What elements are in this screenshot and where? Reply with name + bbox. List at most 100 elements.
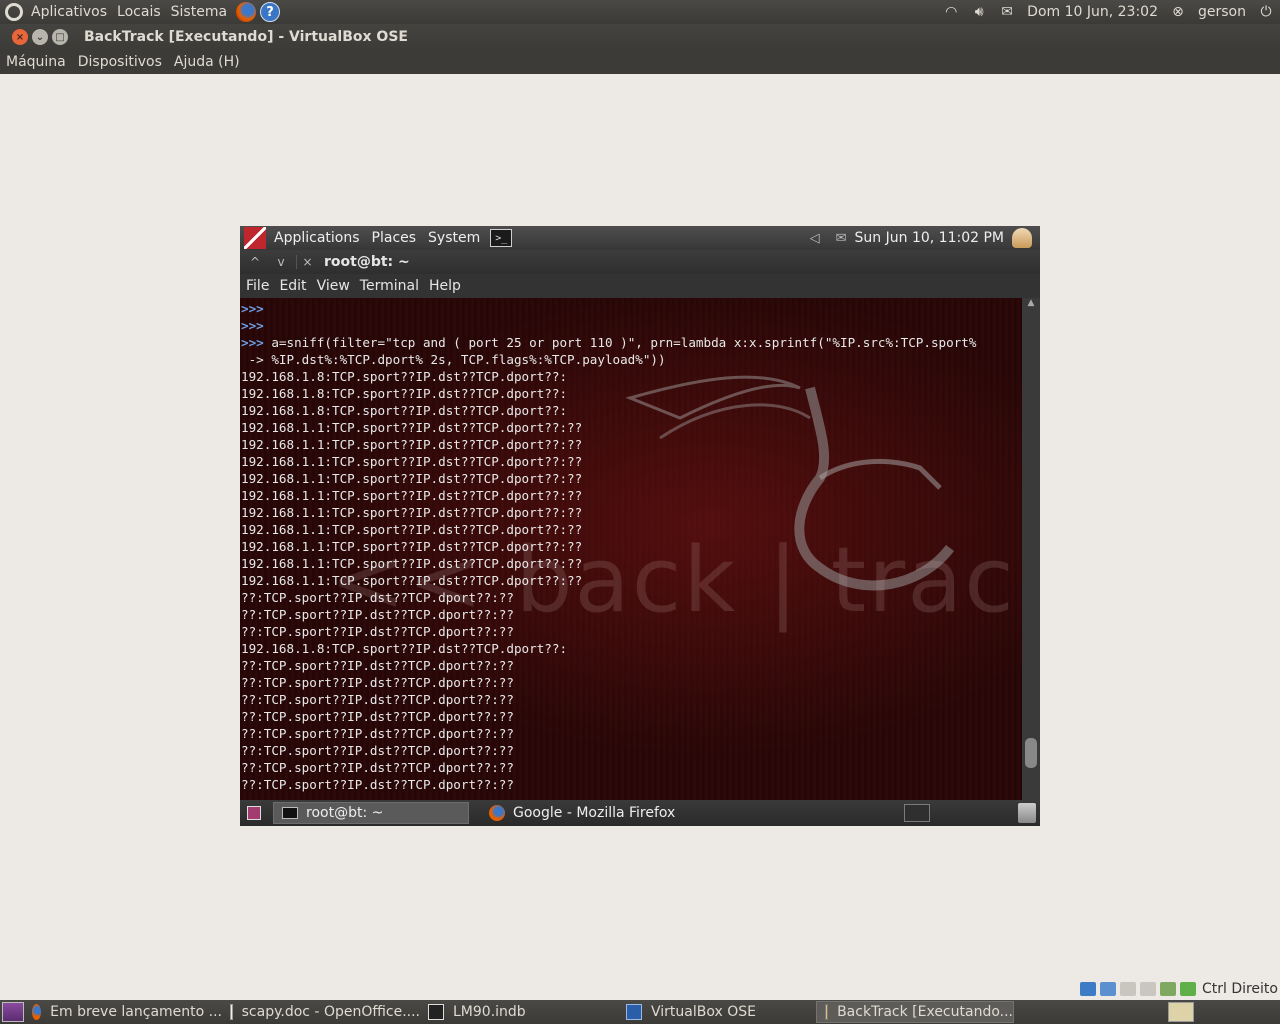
network-icon[interactable] bbox=[1099, 982, 1116, 996]
host-task-label: BackTrack [Executando... bbox=[837, 1004, 1013, 1020]
wifi-icon[interactable]: ◠ bbox=[941, 4, 961, 20]
terminal-line-text: -> %IP.dst%:%TCP.dport% 2s, TCP.flags%:%… bbox=[241, 352, 666, 367]
close-icon[interactable]: × bbox=[296, 255, 318, 269]
trash-icon[interactable] bbox=[1018, 803, 1036, 823]
host-clock[interactable]: Dom 10 Jun, 23:02 bbox=[1027, 4, 1158, 20]
host-task-backtrack[interactable]: BackTrack [Executando... bbox=[816, 1001, 1014, 1023]
vbox-menu-machine[interactable]: Máquina bbox=[0, 54, 72, 70]
guest-menu-places[interactable]: Places bbox=[368, 230, 421, 246]
terminal-line-text: ??:TCP.sport??IP.dst??TCP.dport??:?? bbox=[241, 658, 514, 673]
vbox-menu-help[interactable]: Ajuda (H) bbox=[168, 54, 246, 70]
host-task-label: scapy.doc - OpenOffice.... bbox=[241, 1004, 420, 1020]
terminal-launcher-icon[interactable]: >_ bbox=[490, 229, 513, 247]
virtualization-icon[interactable] bbox=[1159, 982, 1176, 996]
vbox-menu-devices[interactable]: Dispositivos bbox=[72, 54, 168, 70]
terminal-line: >>> bbox=[241, 317, 976, 334]
cdrom-icon[interactable] bbox=[1119, 982, 1136, 996]
maximize-window-button[interactable]: □ bbox=[52, 29, 68, 45]
terminal-menu-help[interactable]: Help bbox=[425, 278, 465, 294]
minimize-window-button[interactable]: ⌄ bbox=[32, 29, 48, 45]
terminal-icon bbox=[282, 807, 298, 819]
terminal-menu-terminal[interactable]: Terminal bbox=[356, 278, 423, 294]
terminal-line-text: 192.168.1.1:TCP.sport??IP.dst??TCP.dport… bbox=[241, 522, 583, 537]
harddisk-icon[interactable] bbox=[1079, 982, 1096, 996]
backtrack-logo-icon[interactable] bbox=[244, 227, 266, 249]
user-icon[interactable] bbox=[1012, 228, 1032, 248]
terminal-line-text: 192.168.1.8:TCP.sport??IP.dst??TCP.dport… bbox=[241, 641, 568, 656]
terminal-menu-file[interactable]: File bbox=[242, 278, 273, 294]
help-icon[interactable]: ? bbox=[260, 2, 281, 22]
terminal-line: 192.168.1.8:TCP.sport??IP.dst??TCP.dport… bbox=[241, 402, 976, 419]
close-window-button[interactable]: × bbox=[12, 29, 28, 45]
guest-task-firefox[interactable]: Google - Mozilla Firefox bbox=[481, 802, 675, 824]
show-desktop-icon[interactable] bbox=[2, 1002, 24, 1022]
terminal-menu-view[interactable]: View bbox=[313, 278, 354, 294]
guest-task-label: Google - Mozilla Firefox bbox=[513, 805, 676, 821]
workspace-switcher[interactable] bbox=[1168, 1002, 1194, 1022]
host-task-scapy-doc[interactable]: scapy.doc - OpenOffice.... bbox=[222, 1001, 420, 1023]
ubuntu-logo-icon[interactable] bbox=[5, 3, 23, 21]
terminal-title: root@bt: ~ bbox=[324, 254, 410, 270]
guest-menu-applications[interactable]: Applications bbox=[270, 230, 364, 246]
host-key-label: Ctrl Direito bbox=[1201, 981, 1278, 997]
firefox-launcher-icon[interactable] bbox=[236, 2, 257, 22]
user-status-icon[interactable]: ⊗ bbox=[1168, 4, 1188, 20]
guest-screen[interactable]: Applications Places System >_ ◁ ✉︎ Sun J… bbox=[240, 226, 1040, 826]
terminal-line: 192.168.1.1:TCP.sport??IP.dst??TCP.dport… bbox=[241, 453, 976, 470]
host-menu-places[interactable]: Locais bbox=[112, 4, 166, 20]
host-task-label: VirtualBox OSE bbox=[651, 1004, 756, 1020]
terminal-line: ??:TCP.sport??IP.dst??TCP.dport??:?? bbox=[241, 708, 976, 725]
host-menu-applications[interactable]: Aplicativos bbox=[26, 4, 112, 20]
terminal-line-text: 192.168.1.1:TCP.sport??IP.dst??TCP.dport… bbox=[241, 437, 583, 452]
maximize-arrow-icon[interactable]: ^ bbox=[244, 255, 266, 269]
volume-icon[interactable]: 🔊︎ bbox=[969, 4, 989, 20]
host-task-firefox[interactable]: Em breve lançamento ... bbox=[24, 1001, 222, 1023]
firefox-icon bbox=[489, 805, 505, 821]
python-prompt: >>> bbox=[241, 335, 264, 350]
terminal-scrollbar[interactable]: ▲ bbox=[1022, 298, 1040, 800]
host-username[interactable]: gerson bbox=[1198, 4, 1246, 20]
vbox-statusbar: Ctrl Direito bbox=[1078, 978, 1280, 1000]
mail-icon[interactable]: ✉︎ bbox=[997, 4, 1017, 20]
host-menu-system[interactable]: Sistema bbox=[166, 4, 232, 20]
scroll-up-arrow-icon[interactable]: ▲ bbox=[1022, 298, 1040, 312]
mail-icon[interactable]: ✉︎ bbox=[836, 231, 847, 246]
guest-task-terminal[interactable]: root@bt: ~ bbox=[273, 802, 469, 824]
firefox-icon bbox=[32, 1004, 42, 1020]
terminal-line: >>> bbox=[241, 300, 976, 317]
terminal-line-text: 192.168.1.1:TCP.sport??IP.dst??TCP.dport… bbox=[241, 539, 583, 554]
document-icon bbox=[230, 1004, 233, 1020]
terminal-line: 192.168.1.1:TCP.sport??IP.dst??TCP.dport… bbox=[241, 572, 976, 589]
terminal-line: 192.168.1.1:TCP.sport??IP.dst??TCP.dport… bbox=[241, 504, 976, 521]
show-desktop-icon[interactable] bbox=[247, 806, 261, 820]
vbox-window-title: BackTrack [Executando] - VirtualBox OSE bbox=[84, 29, 408, 45]
volume-icon[interactable]: ◁ bbox=[810, 231, 820, 246]
usb-icon[interactable] bbox=[1139, 982, 1156, 996]
guest-top-panel: Applications Places System >_ ◁ ✉︎ Sun J… bbox=[240, 226, 1040, 250]
terminal-line: 192.168.1.8:TCP.sport??IP.dst??TCP.dport… bbox=[241, 385, 976, 402]
terminal-line-text: ??:TCP.sport??IP.dst??TCP.dport??:?? bbox=[241, 624, 514, 639]
terminal-line: ??:TCP.sport??IP.dst??TCP.dport??:?? bbox=[241, 657, 976, 674]
terminal-menu-edit[interactable]: Edit bbox=[275, 278, 310, 294]
terminal-line-text: ??:TCP.sport??IP.dst??TCP.dport??:?? bbox=[241, 590, 514, 605]
scrollbar-thumb[interactable] bbox=[1025, 738, 1037, 768]
terminal-line: 192.168.1.1:TCP.sport??IP.dst??TCP.dport… bbox=[241, 521, 976, 538]
terminal-line: ??:TCP.sport??IP.dst??TCP.dport??:?? bbox=[241, 589, 976, 606]
host-indicator-area: ◠ 🔊︎ ✉︎ Dom 10 Jun, 23:02 ⊗ gerson ⏻ bbox=[937, 0, 1280, 24]
terminal-output-area[interactable]: << back | track 5 >>>>>>>>> a=sniff(filt… bbox=[240, 298, 1022, 800]
terminal-line: 192.168.1.1:TCP.sport??IP.dst??TCP.dport… bbox=[241, 436, 976, 453]
terminal-line-text: ??:TCP.sport??IP.dst??TCP.dport??:?? bbox=[241, 777, 514, 792]
power-icon[interactable]: ⏻ bbox=[1256, 4, 1276, 20]
host-task-lm90[interactable]: LM90.indb bbox=[420, 1001, 618, 1023]
guest-menu-system[interactable]: System bbox=[424, 230, 484, 246]
host-task-virtualbox[interactable]: VirtualBox OSE bbox=[618, 1001, 816, 1023]
virtualbox-icon bbox=[825, 1004, 829, 1020]
mouse-integration-icon[interactable] bbox=[1179, 982, 1196, 996]
workspace-switcher[interactable] bbox=[904, 804, 930, 822]
minimize-arrow-icon[interactable]: v bbox=[270, 255, 292, 269]
terminal-line-text: a=sniff(filter="tcp and ( port 25 or por… bbox=[263, 335, 977, 350]
host-top-panel: Aplicativos Locais Sistema ? ◠ 🔊︎ ✉︎ Dom… bbox=[0, 0, 1280, 24]
guest-task-label: root@bt: ~ bbox=[306, 805, 384, 821]
terminal-line: 192.168.1.8:TCP.sport??IP.dst??TCP.dport… bbox=[241, 368, 976, 385]
guest-clock[interactable]: Sun Jun 10, 11:02 PM bbox=[855, 230, 1004, 246]
